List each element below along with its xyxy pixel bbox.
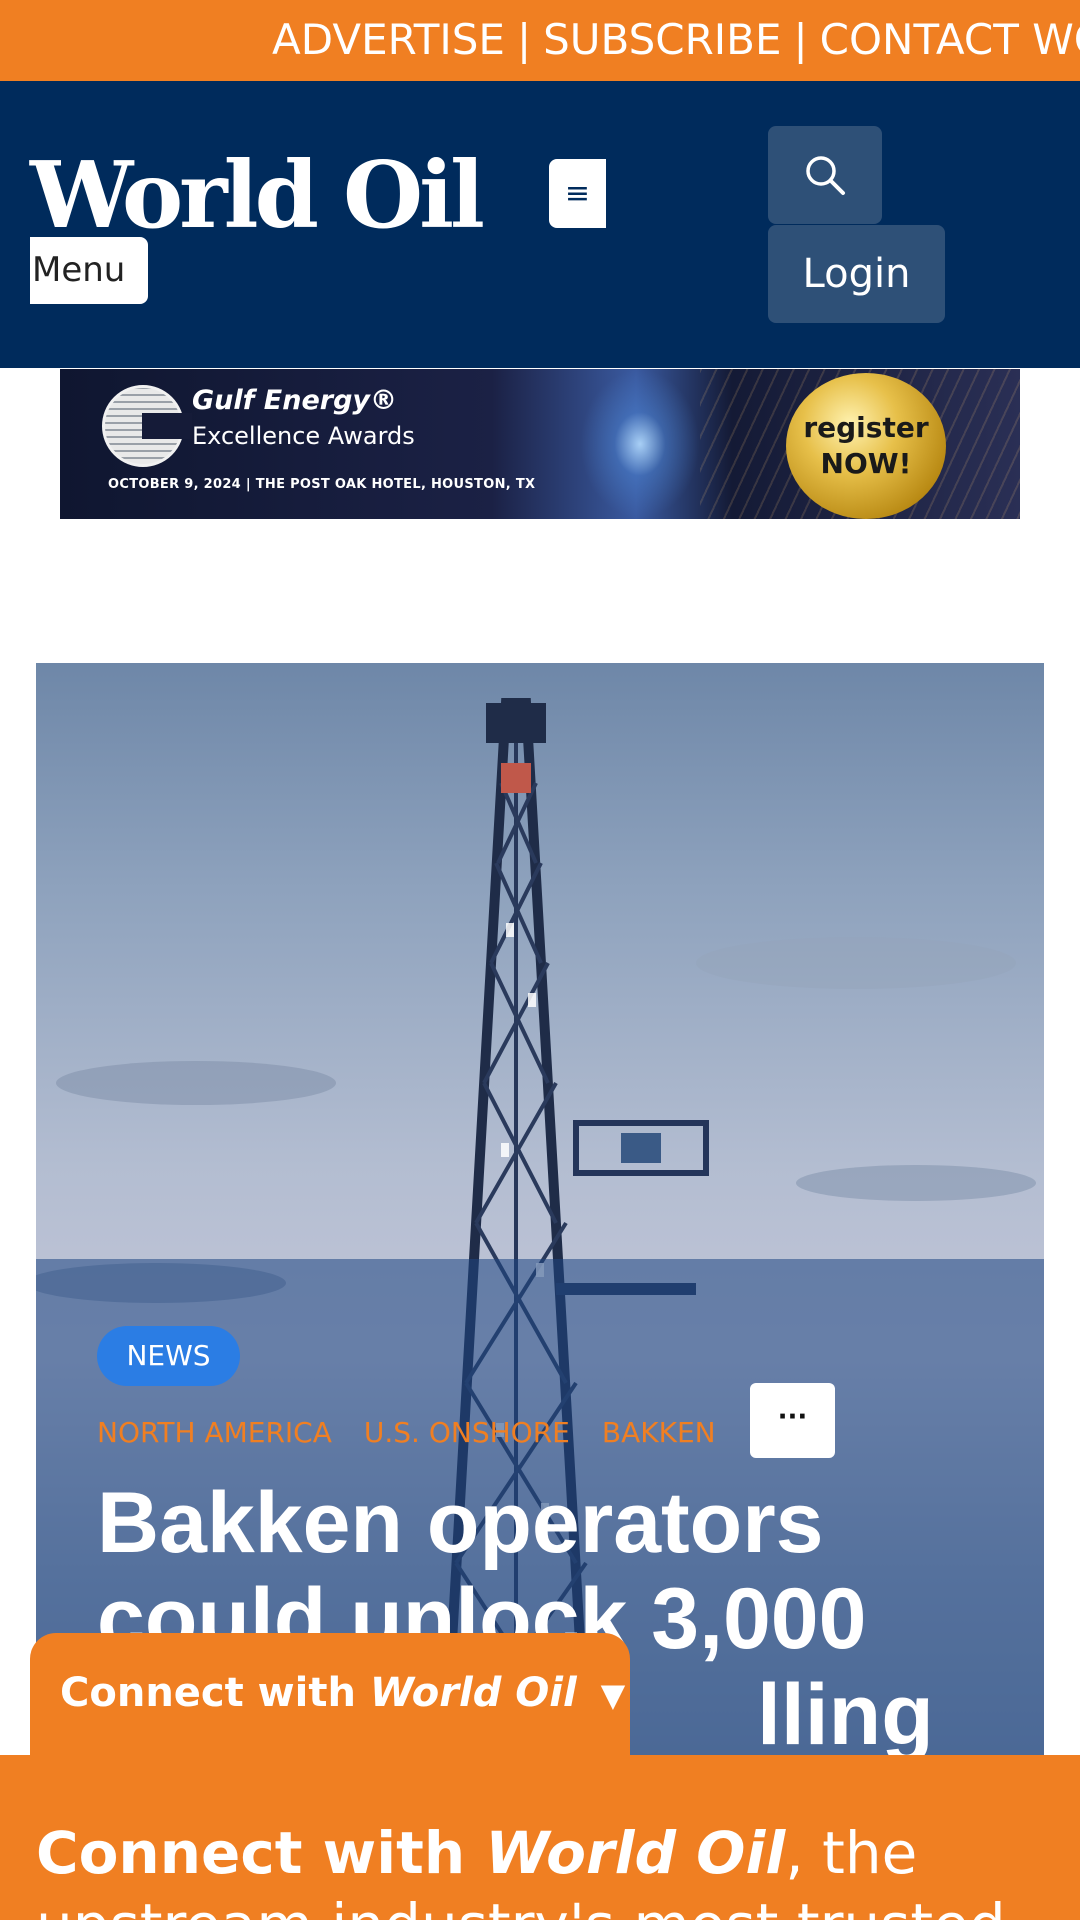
chevron-down-icon: ▼ [600,1676,626,1714]
site-header: World Oil ≡ Menu Login [0,81,1080,368]
subscribe-link[interactable]: SUBSCRIBE [543,15,781,64]
search-icon [806,156,845,195]
news-category-badge[interactable]: NEWS [97,1326,240,1386]
more-options-button[interactable]: ··· [750,1383,835,1458]
connect-panel-brand: World Oil [485,1819,786,1887]
connect-tab-brand: World Oil [369,1670,577,1716]
separator: | [516,15,532,64]
ad-date-line: OCTOBER 9, 2024 | THE POST OAK HOTEL, HO… [108,477,536,492]
top-utility-bar: ADVERTISE | SUBSCRIBE | CONTACT WO [0,0,1080,81]
hamburger-menu-button[interactable]: ≡ [549,159,606,228]
connect-panel: Connect with World Oil, the upstream ind… [0,1755,1080,1920]
tag-north-america[interactable]: NORTH AMERICA [97,1405,332,1461]
ad-cta-line2: NOW! [820,447,912,480]
article-tags: NORTH AMERICA U.S. ONSHORE BAKKEN [97,1405,716,1461]
separator: | [793,15,808,64]
connect-toggle-tab[interactable]: Connect with World Oil ▼ [30,1633,630,1763]
search-button[interactable] [768,126,882,224]
connect-panel-suffix: , the [785,1819,918,1887]
menu-button[interactable]: Menu [30,237,148,304]
connect-panel-prefix: Connect with [36,1819,486,1887]
ad-title: Gulf Energy® [192,385,398,416]
tag-us-onshore[interactable]: U.S. ONSHORE [364,1405,570,1461]
ad-register-badge[interactable]: register NOW! [786,373,946,519]
world-oil-logo[interactable]: World Oil [30,143,485,247]
hamburger-icon: ≡ [564,175,591,211]
ad-light-burst [580,369,700,519]
ad-banner[interactable]: Gulf Energy® Excellence Awards OCTOBER 9… [60,369,1020,519]
advertise-link[interactable]: ADVERTISE [272,15,505,64]
contact-link[interactable]: CONTACT WO [820,15,1080,64]
connect-tab-prefix: Connect with [60,1670,370,1716]
utility-links: ADVERTISE | SUBSCRIBE | CONTACT WO [272,14,1080,66]
connect-panel-text: Connect with World Oil, the upstream ind… [36,1817,1056,1920]
connect-panel-line2: upstream industry's most trusted [36,1891,1006,1920]
ad-emblem-cut [142,413,192,439]
tag-bakken[interactable]: BAKKEN [602,1405,716,1461]
ad-subtitle: Excellence Awards [192,422,415,450]
headline-line: Bakken operators [97,1475,824,1571]
login-button[interactable]: Login [768,225,945,323]
ad-cta-line1: register [803,411,929,444]
